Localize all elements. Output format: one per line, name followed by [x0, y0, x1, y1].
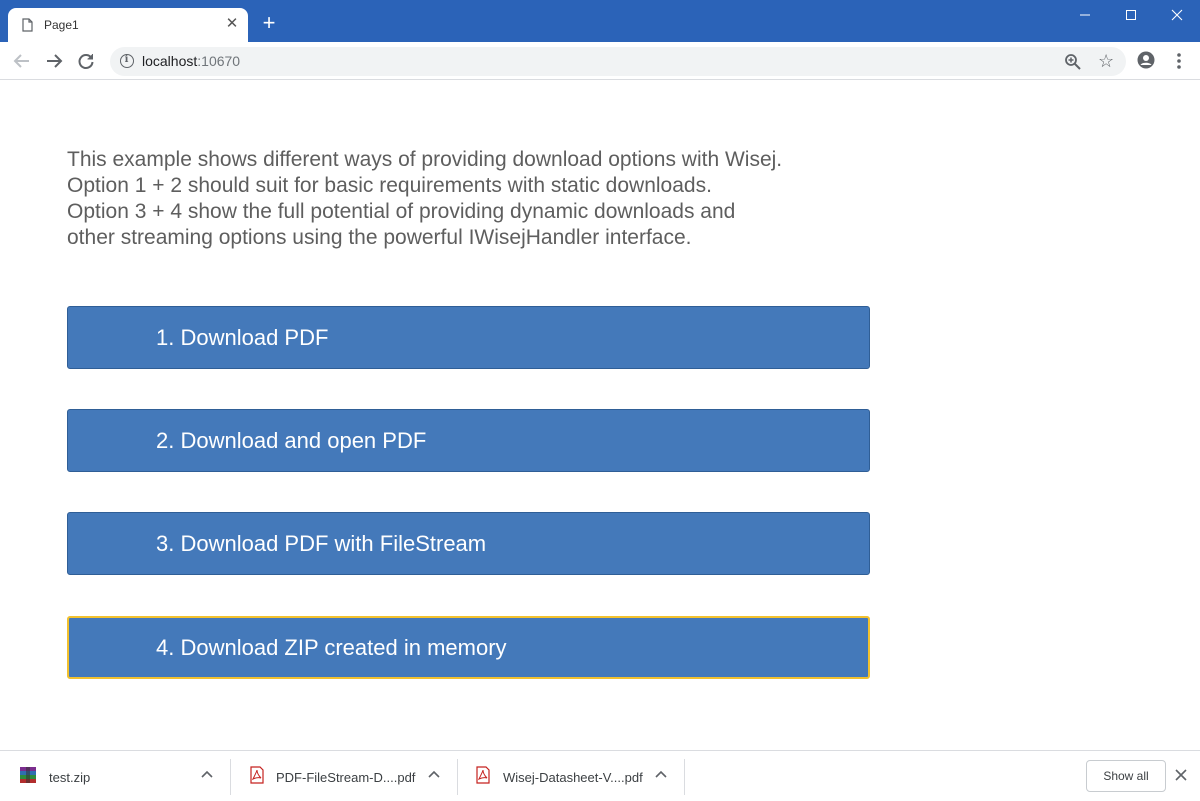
chevron-up-icon[interactable]	[200, 769, 214, 779]
page-icon	[22, 18, 33, 32]
back-arrow-icon[interactable]	[11, 50, 33, 72]
intro-line: Option 1 + 2 should suit for basic requi…	[67, 174, 712, 197]
chevron-up-icon[interactable]	[654, 769, 668, 779]
maximize-icon	[1126, 10, 1136, 20]
download-pdf-filestream-button[interactable]: 3. Download PDF with FileStream	[67, 512, 870, 575]
chevron-up-icon[interactable]	[427, 769, 441, 779]
tab-close-icon[interactable]: ✕	[224, 16, 240, 32]
forward-arrow-icon[interactable]	[43, 50, 65, 72]
address-bar[interactable]: localhost:10670 ☆	[110, 47, 1126, 76]
download-filename: PDF-FileStream-D....pdf	[276, 770, 416, 785]
download-item[interactable]: test.zip	[0, 751, 230, 801]
intro-text: This example shows different ways of pro…	[67, 147, 867, 251]
archive-icon	[20, 767, 36, 783]
download-zip-button[interactable]: 4. Download ZIP created in memory	[67, 616, 870, 679]
download-item[interactable]: PDF-FileStream-D....pdf	[231, 751, 457, 801]
bookmark-star-icon[interactable]: ☆	[1098, 51, 1114, 71]
browser-titlebar: Page1 ✕ +	[0, 0, 1200, 42]
tab-title: Page1	[44, 18, 79, 32]
intro-line: other streaming options using the powerf…	[67, 226, 692, 249]
zoom-icon[interactable]	[1064, 53, 1082, 71]
maximize-button[interactable]	[1108, 4, 1154, 26]
intro-line: Option 3 + 4 show the full potential of …	[67, 200, 736, 223]
close-window-button[interactable]	[1154, 4, 1200, 26]
new-tab-button[interactable]: +	[258, 12, 280, 35]
url-text[interactable]: localhost:10670	[142, 53, 240, 69]
browser-toolbar: localhost:10670 ☆	[0, 42, 1200, 80]
tab-page1[interactable]: Page1 ✕	[8, 8, 248, 42]
download-filename: Wisej-Datasheet-V....pdf	[503, 770, 643, 785]
shelf-divider	[684, 759, 685, 795]
account-icon[interactable]	[1137, 51, 1155, 69]
pdf-icon	[476, 766, 490, 784]
intro-line: This example shows different ways of pro…	[67, 148, 783, 171]
download-and-open-pdf-button[interactable]: 2. Download and open PDF	[67, 409, 870, 472]
download-pdf-button[interactable]: 1. Download PDF	[67, 306, 870, 369]
show-all-button[interactable]: Show all	[1086, 760, 1166, 792]
download-filename: test.zip	[49, 770, 91, 785]
close-shelf-icon[interactable]	[1174, 768, 1188, 782]
more-menu-icon[interactable]	[1172, 51, 1186, 71]
site-info-icon[interactable]	[120, 54, 134, 68]
minimize-icon	[1080, 14, 1090, 16]
pdf-icon	[250, 766, 264, 784]
minimize-button[interactable]	[1062, 4, 1108, 26]
close-icon	[1171, 9, 1183, 21]
download-shelf: test.zip PDF-FileStream-D....pdf Wisej-D…	[0, 750, 1200, 800]
download-item[interactable]: Wisej-Datasheet-V....pdf	[458, 751, 684, 801]
reload-icon[interactable]	[75, 50, 97, 72]
